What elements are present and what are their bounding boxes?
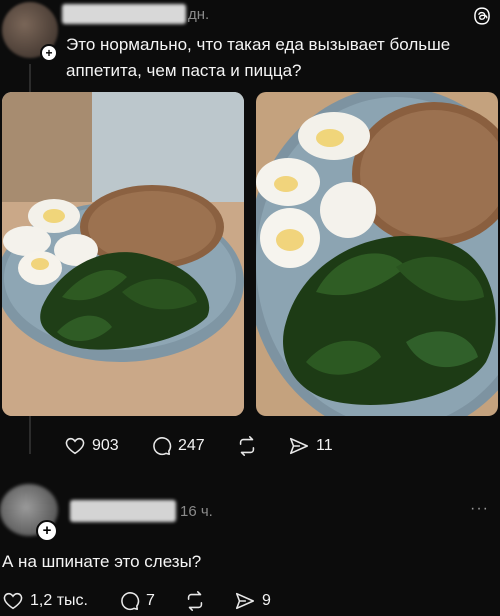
post-text: Это нормально, что такая еда вызывает бо… bbox=[66, 35, 451, 80]
share-icon bbox=[289, 437, 309, 455]
reply-text: А на шпинате это слезы? bbox=[2, 552, 202, 571]
repost-icon bbox=[239, 436, 255, 456]
reply-time: 16 ч. bbox=[180, 503, 213, 520]
reply-comment-count: 7 bbox=[146, 592, 155, 609]
like-button[interactable]: 903 bbox=[64, 435, 119, 457]
reply-share-button[interactable]: 9 bbox=[234, 590, 271, 612]
heart-icon bbox=[3, 592, 23, 610]
share-count: 11 bbox=[316, 437, 333, 454]
reply-follow-plus-icon[interactable]: + bbox=[36, 520, 58, 542]
repost-button[interactable] bbox=[236, 435, 258, 457]
post-photo-2[interactable] bbox=[256, 92, 498, 416]
reply-redacted-username bbox=[70, 500, 176, 522]
redacted-username bbox=[62, 4, 186, 24]
share-icon bbox=[235, 592, 255, 610]
reply-comment-button[interactable]: 7 bbox=[118, 590, 155, 612]
post-time: дн. bbox=[188, 6, 210, 23]
reply-like-button[interactable]: 1,2 тыс. bbox=[2, 590, 88, 612]
reply-repost-button[interactable] bbox=[184, 590, 206, 612]
share-button[interactable]: 11 bbox=[288, 435, 333, 457]
comment-button[interactable]: 247 bbox=[150, 435, 205, 457]
comment-icon bbox=[153, 437, 172, 456]
threads-logo-icon bbox=[474, 7, 490, 25]
comment-icon bbox=[121, 592, 140, 611]
heart-icon bbox=[65, 437, 85, 455]
repost-icon bbox=[187, 591, 203, 611]
post-photo-1[interactable] bbox=[2, 92, 244, 416]
reply-like-count: 1,2 тыс. bbox=[30, 592, 88, 609]
more-options-icon[interactable]: ··· bbox=[470, 500, 489, 518]
like-count: 903 bbox=[92, 437, 119, 454]
comment-count: 247 bbox=[178, 437, 205, 454]
follow-plus-icon[interactable]: + bbox=[40, 44, 58, 62]
reply-share-count: 9 bbox=[262, 592, 271, 609]
